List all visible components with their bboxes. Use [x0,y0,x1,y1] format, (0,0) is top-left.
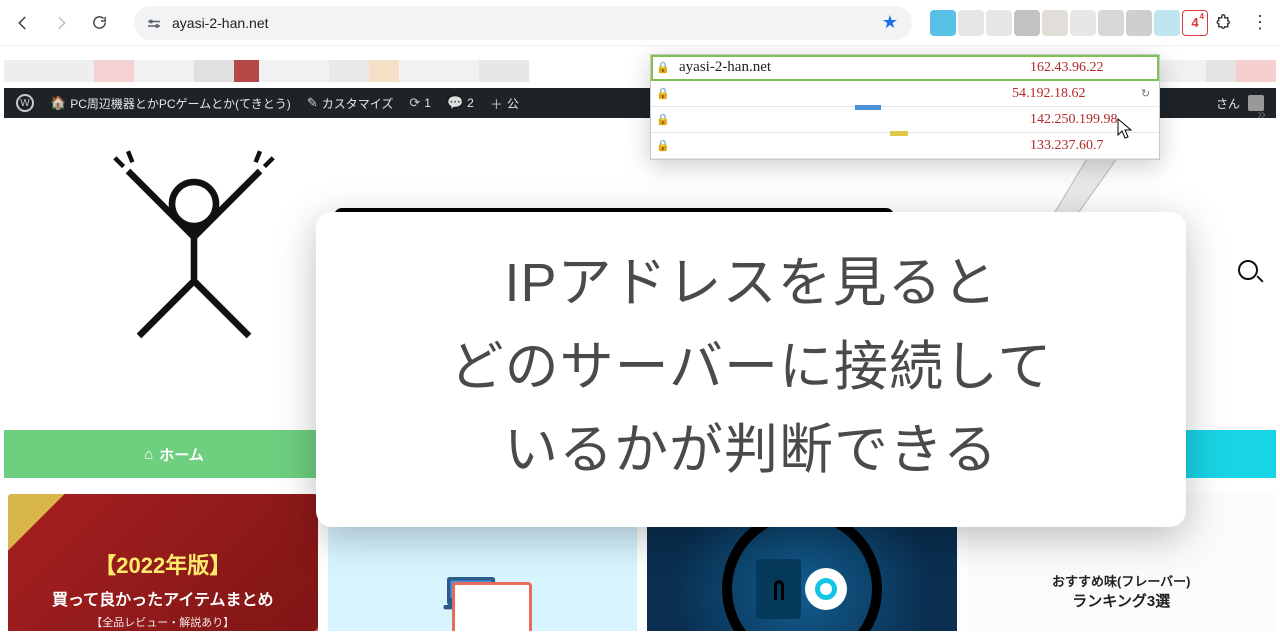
annotation-callout: IPアドレスを見ると どのサーバーに接続して いるかが判断できる [316,212,1186,527]
lock-icon: 🔒 [651,61,675,74]
lock-icon: 🔒 [651,113,675,126]
extension-icon[interactable] [1070,10,1096,36]
ip-address: 142.250.199.98 [1024,112,1159,128]
card-subtitle: 買って良かったアイテムまとめ [52,586,274,610]
card-line: おすすめ味(フレーバー) [1052,571,1191,590]
page-content: W 🏠 PC周辺機器とかPCゲームとか(てきとう) ✎ カスタマイズ ⟳ 1 💬… [0,46,1280,631]
card-line: ランキング3選 [1072,590,1170,611]
alexa-icon [805,568,847,610]
ip-address: 133.237.60.7 [1024,138,1159,154]
adminbar-updates[interactable]: ⟳ 1 [409,95,431,111]
search-icon[interactable] [1238,260,1258,280]
extensions-strip: 44 [926,9,1242,37]
extension-icon[interactable] [1042,10,1068,36]
ip-row[interactable]: 🔒 ayasi-2-han.net 162.43.96.22 [651,55,1159,81]
adminbar-customize[interactable]: ✎ カスタマイズ [307,95,394,112]
extension-icon[interactable] [1098,10,1124,36]
refresh-icon: ⟳ [409,95,420,111]
forward-button[interactable] [44,6,78,40]
home-icon: ⌂ [144,446,153,463]
extension-badge[interactable]: 44 [1182,10,1208,36]
lock-icon: 🔒 [651,87,675,100]
mouse-cursor-icon [1117,118,1135,145]
ip-extension-popup: 🔒 ayasi-2-han.net 162.43.96.22 🔒 54.192.… [650,54,1160,160]
extensions-menu-icon[interactable] [1210,9,1238,37]
reader-icon [756,559,801,619]
site-logo [84,158,304,338]
extension-icon[interactable] [1154,10,1180,36]
adminbar-new[interactable]: ＋ 公 [490,94,519,113]
chrome-menu-icon[interactable]: ⋮ [1246,1,1274,45]
card-caption: 【全品レビュー・解説あり】 [91,614,234,630]
adminbar-comments-count: 2 [467,96,474,110]
back-button[interactable] [6,6,40,40]
ip-domain: ayasi-2-han.net [675,59,1024,76]
adminbar-comments[interactable]: 💬 2 [447,95,474,111]
ip-row[interactable]: 🔒 133.237.60.7 [651,133,1159,159]
adminbar-updates-count: 1 [424,96,431,110]
ip-address: 54.192.18.62 [1006,86,1141,102]
extension-icon[interactable] [986,10,1012,36]
ip-row[interactable]: 🔒 142.250.199.98 [651,107,1159,133]
adminbar-site-title[interactable]: 🏠 PC周辺機器とかPCゲームとか(てきとう) [50,95,291,112]
site-settings-icon[interactable] [144,13,164,33]
laptop-icon [452,582,532,632]
article-card[interactable]: 【2022年版】 買って良かったアイテムまとめ 【全品レビュー・解説あり】 [8,494,318,631]
nav-home[interactable]: ⌂ ホーム [4,430,344,478]
refresh-icon[interactable]: ↻ [1141,87,1159,100]
extension-icon[interactable] [958,10,984,36]
extension-icon[interactable] [1126,10,1152,36]
reload-button[interactable] [82,6,116,40]
annotation-text: IPアドレスを見ると どのサーバーに接続して いるかが判断できる [348,242,1154,493]
brush-icon: ✎ [307,95,318,111]
plus-icon: ＋ [490,94,503,113]
adminbar-greeting: さん [1216,95,1240,112]
lock-icon: 🔒 [651,139,675,152]
card-title: 【2022年版】 [94,548,231,580]
home-icon: 🏠 [50,95,66,111]
adminbar-customize-label: カスタマイズ [322,95,394,112]
adminbar-new-label: 公 [507,95,519,112]
address-bar[interactable]: ayasi-2-han.net ★ [134,6,912,40]
bookmark-star-icon[interactable]: ★ [882,12,898,33]
url-text: ayasi-2-han.net [172,15,874,31]
adminbar-site-title-text: PC周辺機器とかPCゲームとか(てきとう) [70,95,291,112]
browser-toolbar: ayasi-2-han.net ★ 44 ⋮ [0,0,1280,46]
extension-icon[interactable] [930,10,956,36]
comment-icon: 💬 [447,95,463,111]
nav-home-label: ホーム [159,444,204,465]
extension-icon[interactable] [1014,10,1040,36]
ip-address: 162.43.96.22 [1024,60,1159,76]
ip-row[interactable]: 🔒 54.192.18.62 ↻ [651,81,1159,107]
wordpress-icon[interactable]: W [16,94,34,112]
